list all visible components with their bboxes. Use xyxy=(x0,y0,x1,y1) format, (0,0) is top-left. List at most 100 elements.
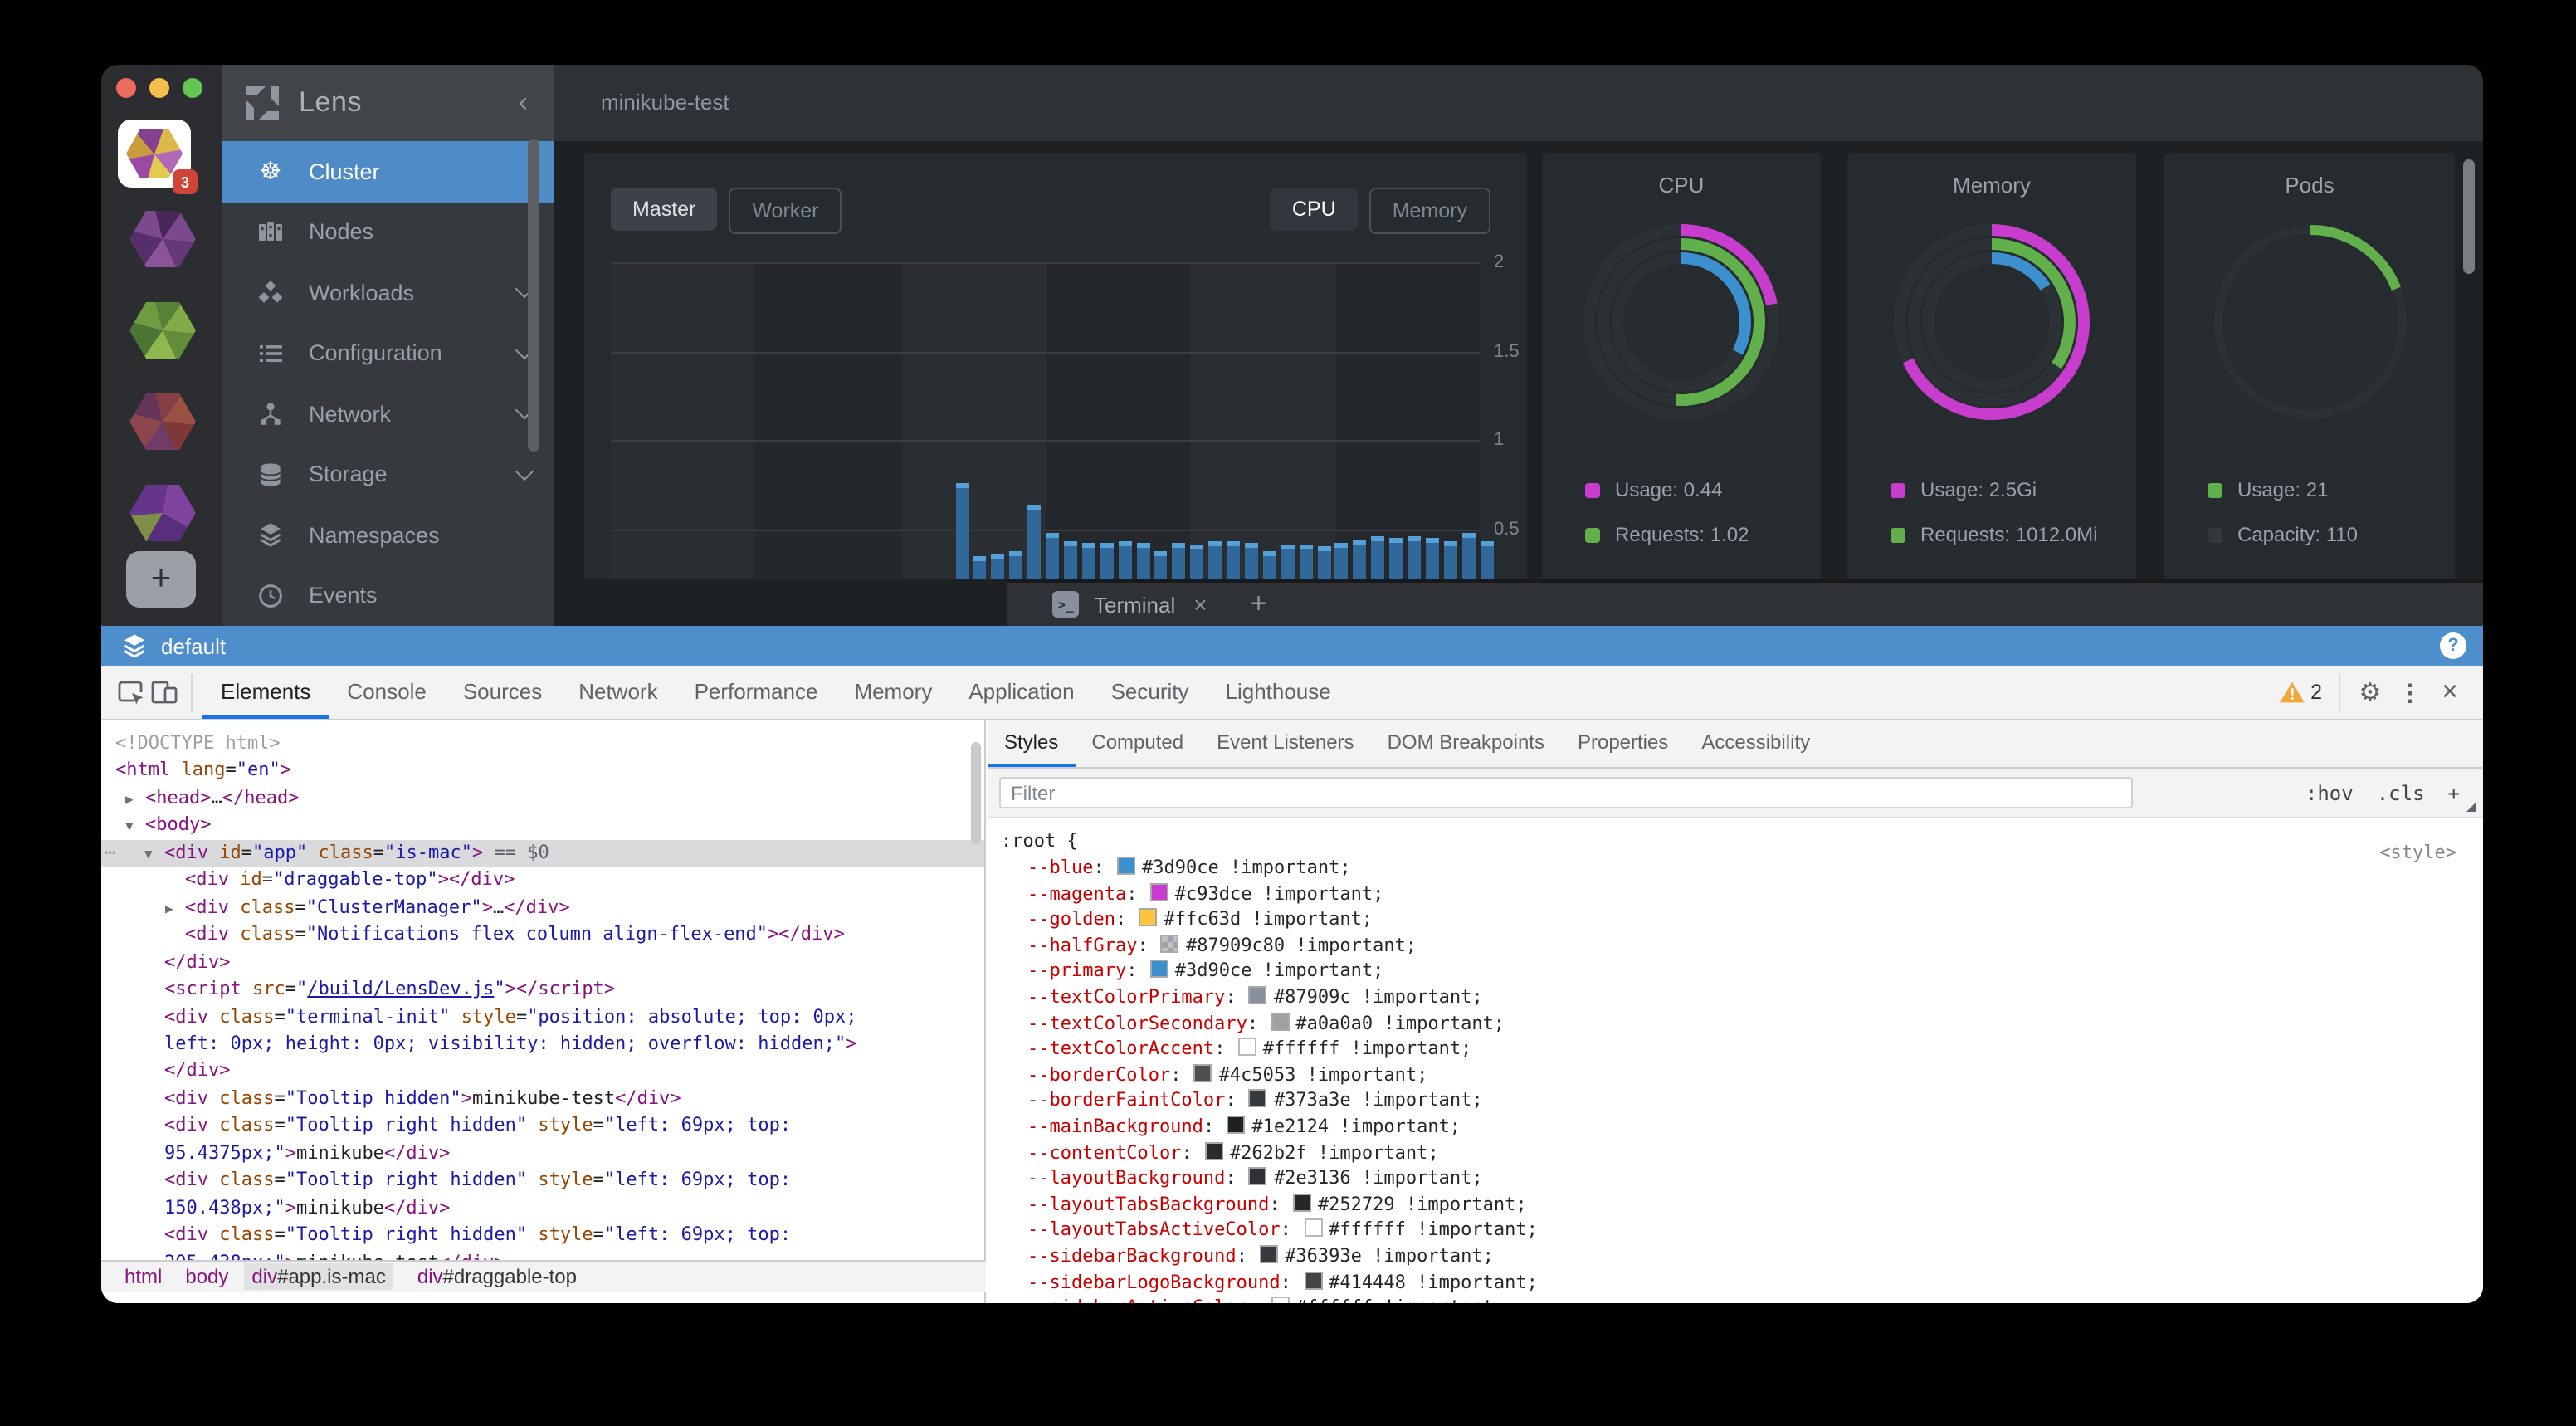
tree-line[interactable]: <div class="terminal-init" style="positi… xyxy=(101,1004,984,1031)
elements-scrollbar[interactable] xyxy=(971,742,981,845)
breadcrumb-item[interactable]: body xyxy=(185,1265,228,1288)
color-swatch[interactable] xyxy=(1293,1193,1311,1211)
devtools-tab-memory[interactable]: Memory xyxy=(836,666,950,719)
css-var-line[interactable]: --sidebarActiveColor: #ffffff !important… xyxy=(1027,1295,2483,1303)
css-var-line[interactable]: --magenta: #c93dce !important; xyxy=(1027,881,2483,906)
color-swatch[interactable] xyxy=(1194,1064,1212,1082)
tree-line[interactable]: <div class="Tooltip right hidden" style=… xyxy=(101,1168,984,1195)
css-property-name[interactable]: --borderFaintColor xyxy=(1027,1090,1225,1111)
color-swatch[interactable] xyxy=(1249,1090,1267,1108)
tree-line[interactable]: ▼<body> xyxy=(101,813,984,840)
css-property-value[interactable]: #373a3e !important; xyxy=(1274,1090,1483,1111)
css-var-line[interactable]: --halfGray: #87909c80 !important; xyxy=(1027,933,2483,959)
css-property-value[interactable]: #c93dce !important; xyxy=(1175,882,1384,904)
devtools-close-icon[interactable]: × xyxy=(2430,676,2470,709)
css-property-value[interactable]: #3d90ce !important; xyxy=(1175,960,1384,982)
tree-line[interactable]: 150.438px;">minikube</div> xyxy=(101,1194,984,1222)
tree-line[interactable]: left: 0px; height: 0px; visibility: hidd… xyxy=(101,1031,984,1058)
devtools-tab-network[interactable]: Network xyxy=(560,666,676,719)
cluster-button[interactable] xyxy=(128,211,198,267)
terminal-add-icon[interactable]: + xyxy=(1251,588,1267,621)
devtools-tab-security[interactable]: Security xyxy=(1093,666,1208,719)
css-property-name[interactable]: --sidebarBackground xyxy=(1027,1245,1237,1267)
color-swatch[interactable] xyxy=(1117,857,1135,875)
css-var-line[interactable]: --sidebarBackground: #36393e !important; xyxy=(1027,1243,2483,1269)
toggle-hover-state[interactable]: :hov xyxy=(2305,782,2354,805)
tree-line[interactable]: ▼⋯<div id="app" class="is-mac"> == $0 xyxy=(101,840,984,867)
color-swatch[interactable] xyxy=(1249,1167,1267,1185)
tree-line[interactable]: <div class="Tooltip right hidden" style=… xyxy=(101,1113,984,1140)
sidebar-item-storage[interactable]: Storage xyxy=(222,444,554,505)
color-swatch[interactable] xyxy=(1139,908,1157,926)
tree-line[interactable]: <div id="draggable-top"></div> xyxy=(101,867,984,895)
resize-corner[interactable] xyxy=(2466,802,2476,812)
tree-line[interactable]: ▶<head>…</head> xyxy=(101,785,984,813)
tree-line[interactable]: </div> xyxy=(101,1058,984,1086)
color-swatch[interactable] xyxy=(1150,960,1168,979)
inspect-element-icon[interactable] xyxy=(115,676,148,709)
css-property-name[interactable]: --sidebarActiveColor xyxy=(1027,1297,1247,1303)
cluster-button[interactable] xyxy=(128,393,198,450)
css-property-name[interactable]: --layoutTabsActiveColor xyxy=(1027,1219,1281,1241)
cluster-button[interactable] xyxy=(128,485,198,541)
css-var-line[interactable]: --primary: #3d90ce !important; xyxy=(1027,959,2483,984)
css-property-name[interactable]: --mainBackground xyxy=(1027,1116,1203,1137)
css-property-value[interactable]: #87909c80 !important; xyxy=(1186,935,1417,956)
settings-gear-icon[interactable]: ⚙ xyxy=(2350,677,2390,707)
styles-tab-computed[interactable]: Computed xyxy=(1075,720,1200,767)
tree-line[interactable]: <div class="Tooltip right hidden" style=… xyxy=(101,1222,984,1249)
cluster-button[interactable] xyxy=(128,302,198,359)
sidebar-item-events[interactable]: Events xyxy=(222,565,554,626)
css-var-line[interactable]: --blue: #3d90ce !important; xyxy=(1027,855,2483,881)
css-property-name[interactable]: --layoutBackground xyxy=(1027,1167,1225,1189)
css-var-line[interactable]: --layoutTabsBackground: #252729 !importa… xyxy=(1027,1191,2483,1217)
css-var-line[interactable]: --layoutTabsActiveColor: #ffffff !import… xyxy=(1027,1218,2483,1243)
css-property-name[interactable]: --golden xyxy=(1027,908,1115,930)
styles-filter-input[interactable] xyxy=(999,777,2133,808)
color-swatch[interactable] xyxy=(1304,1271,1322,1289)
breadcrumb-item[interactable]: div#app.is-mac xyxy=(243,1263,393,1290)
zoom-window-button[interactable] xyxy=(183,78,202,98)
css-property-name[interactable]: --borderColor xyxy=(1027,1064,1170,1086)
tree-line[interactable]: <script src="/build/LensDev.js"></script… xyxy=(101,976,984,1004)
devtools-tab-console[interactable]: Console xyxy=(329,666,444,719)
sidebar-collapse-button[interactable]: ‹ xyxy=(519,86,534,120)
tree-line[interactable]: <!DOCTYPE html> xyxy=(101,730,984,758)
css-var-line[interactable]: --textColorAccent: #ffffff !important; xyxy=(1027,1036,2483,1062)
tree-line[interactable]: <div class="Notifications flex column al… xyxy=(101,921,984,949)
close-window-button[interactable] xyxy=(116,78,136,98)
css-property-value[interactable]: #ffffff !important; xyxy=(1263,1038,1472,1059)
css-property-value[interactable]: #ffffff !important; xyxy=(1329,1219,1538,1241)
sidebar-item-nodes[interactable]: Nodes xyxy=(222,202,554,262)
color-swatch[interactable] xyxy=(1238,1038,1256,1056)
sidebar-item-cluster[interactable]: ☸Cluster xyxy=(222,141,554,202)
breadcrumb-item[interactable]: html xyxy=(124,1265,162,1288)
warning-count[interactable]: 2 xyxy=(2310,681,2322,704)
toggle-classes[interactable]: .cls xyxy=(2377,782,2425,805)
css-property-value[interactable]: #ffffff !important; xyxy=(1295,1297,1505,1303)
terminal-tab[interactable]: Terminal xyxy=(1094,592,1175,617)
node-filter-worker-button[interactable]: Worker xyxy=(729,188,842,234)
css-property-name[interactable]: --sidebarLogoBackground xyxy=(1027,1271,1281,1292)
color-swatch[interactable] xyxy=(1150,882,1168,901)
help-button[interactable]: ? xyxy=(2440,632,2466,659)
css-property-value[interactable]: #414448 !important; xyxy=(1329,1271,1538,1292)
devtools-tab-performance[interactable]: Performance xyxy=(676,666,837,719)
css-property-name[interactable]: --contentColor xyxy=(1027,1141,1181,1163)
color-swatch[interactable] xyxy=(1304,1219,1322,1238)
kebab-menu-icon[interactable]: ⋮ xyxy=(2390,678,2430,706)
sidebar-item-workloads[interactable]: Workloads xyxy=(222,262,554,323)
node-filter-master-button[interactable]: Master xyxy=(611,188,717,231)
minimize-window-button[interactable] xyxy=(149,78,169,98)
css-property-name[interactable]: --textColorAccent xyxy=(1027,1038,1214,1059)
css-var-line[interactable]: --mainBackground: #1e2124 !important; xyxy=(1027,1114,2483,1140)
css-var-line[interactable]: --contentColor: #262b2f !important; xyxy=(1027,1140,2483,1165)
css-property-value[interactable]: #3d90ce !important; xyxy=(1142,857,1351,878)
color-swatch[interactable] xyxy=(1227,1116,1245,1134)
tree-line[interactable]: <html lang="en"> xyxy=(101,758,984,785)
metric-memory-button[interactable]: Memory xyxy=(1369,188,1490,234)
new-style-rule-button[interactable]: + xyxy=(2448,782,2460,805)
css-var-line[interactable]: --textColorPrimary: #87909c !important; xyxy=(1027,984,2483,1010)
tree-line[interactable]: 95.4375px;">minikube</div> xyxy=(101,1140,984,1168)
devtools-tab-sources[interactable]: Sources xyxy=(445,666,560,719)
